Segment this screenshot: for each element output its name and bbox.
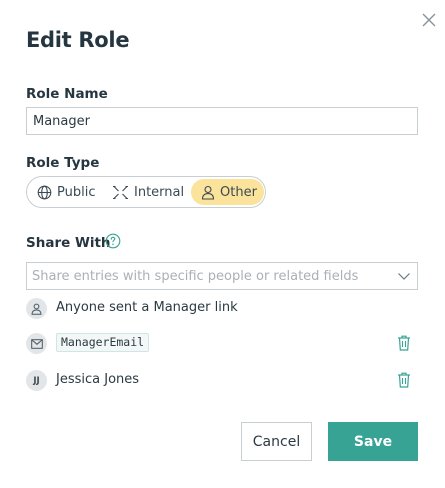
role-type-label: Role Type xyxy=(26,155,100,171)
share-entry-link: Anyone sent a Manager link xyxy=(26,298,418,320)
avatar: JJ xyxy=(26,370,47,391)
envelope-avatar xyxy=(26,333,47,354)
trash-icon[interactable] xyxy=(396,371,412,389)
role-type-public-label: Public xyxy=(57,184,96,200)
role-name-input[interactable] xyxy=(26,107,418,135)
chevron-down-icon xyxy=(398,273,410,280)
role-type-internal-label: Internal xyxy=(134,184,185,200)
role-type-other-label: Other xyxy=(220,184,257,200)
email-field-chip: ManagerEmail xyxy=(56,333,150,352)
share-entry-text: Anyone sent a Manager link xyxy=(56,300,238,315)
role-type-internal-option[interactable]: Internal xyxy=(109,179,189,205)
share-with-placeholder: Share entries with specific people or re… xyxy=(32,269,359,284)
share-entry-user: JJ Jessica Jones xyxy=(26,370,418,392)
role-type-public-option[interactable]: Public xyxy=(34,179,106,205)
cancel-button[interactable]: Cancel xyxy=(241,422,312,461)
share-with-select[interactable]: Share entries with specific people or re… xyxy=(26,262,418,290)
share-entry-name: Jessica Jones xyxy=(56,372,140,387)
dialog-title: Edit Role xyxy=(26,28,130,52)
avatar-initials: JJ xyxy=(33,375,40,386)
close-icon[interactable] xyxy=(419,10,439,30)
role-type-other-option[interactable]: Other xyxy=(191,179,264,205)
role-name-label: Role Name xyxy=(26,86,108,102)
save-button[interactable]: Save xyxy=(328,422,418,461)
role-type-selector: Public Internal Other xyxy=(26,176,266,208)
help-icon[interactable] xyxy=(105,233,121,249)
share-with-label: Share With xyxy=(26,235,111,251)
person-avatar xyxy=(26,298,47,319)
trash-icon[interactable] xyxy=(396,334,412,352)
person-icon xyxy=(31,303,42,315)
person-icon xyxy=(201,185,215,200)
envelope-icon xyxy=(30,338,43,349)
globe-icon xyxy=(37,185,52,199)
share-entry-email-field: ManagerEmail xyxy=(26,333,418,355)
internal-icon xyxy=(113,185,128,199)
